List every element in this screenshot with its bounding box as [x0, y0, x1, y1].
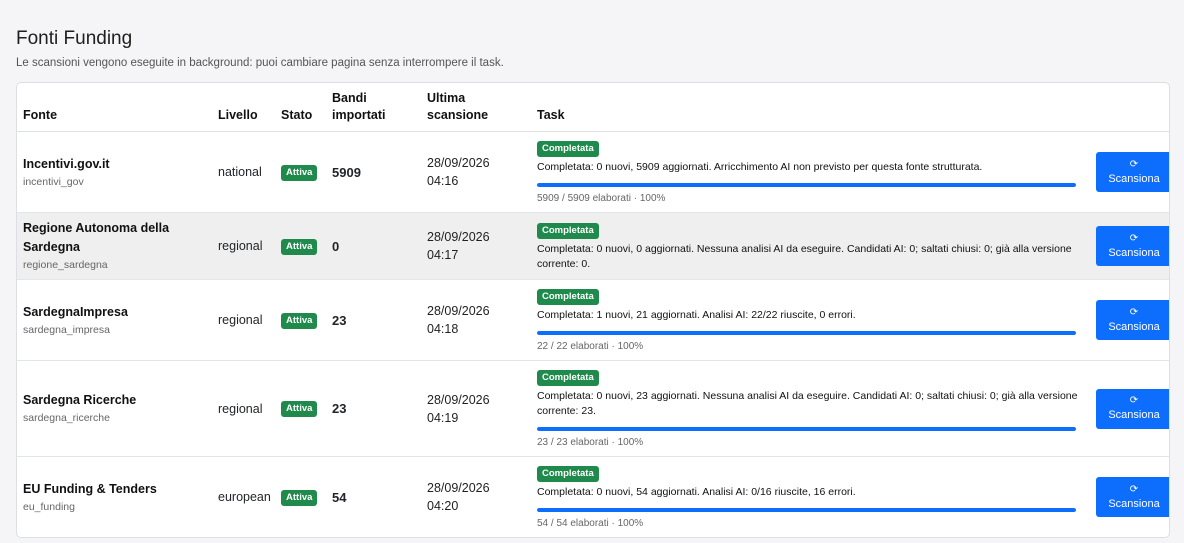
source-level: regional [212, 279, 275, 361]
source-key: incentivi_gov [23, 175, 84, 188]
bandi-count: 23 [326, 279, 421, 361]
bandi-count: 54 [332, 489, 347, 505]
table-header-row: Fonte Livello Stato Bandi importati Ultim… [17, 83, 1169, 132]
last-scan-date: 28/09/2026 [427, 304, 490, 318]
source-level: regional [212, 212, 275, 280]
col-header-ultima-line2: scansione [427, 108, 489, 122]
scan-button-label: Scansiona [1108, 497, 1160, 510]
scan-button[interactable]: ⟳ Scansiona [1096, 152, 1169, 192]
refresh-icon: ⟳ [1129, 306, 1139, 318]
task-message: Completata: 0 nuovi, 23 aggiornati. Ness… [537, 390, 1078, 417]
table-row: Regione Autonoma della Sardegna regione_… [17, 212, 1169, 280]
task-message: Completata: 0 nuovi, 54 aggiornati. Anal… [537, 486, 856, 498]
bandi-count: 23 [326, 360, 421, 457]
scan-button-label: Scansiona [1108, 172, 1160, 185]
source-key: eu_funding [23, 500, 75, 513]
scan-button[interactable]: ⟳ Scansiona [1096, 477, 1169, 517]
source-name: Incentivi.gov.it [23, 156, 110, 171]
col-header-stato: Stato [275, 83, 326, 132]
last-scan-time: 04:19 [427, 410, 459, 425]
task-status-badge: Completata [537, 466, 599, 482]
scan-button[interactable]: ⟳ Scansiona [1096, 226, 1169, 266]
last-scan-date: 28/09/2026 [427, 481, 490, 495]
task-progress-bar [537, 183, 1076, 187]
task-status-badge: Completata [537, 222, 599, 239]
status-badge: Attiva [281, 238, 318, 255]
col-header-ultima: Ultima scansione [421, 83, 531, 132]
scan-button-label: Scansiona [1108, 320, 1160, 333]
col-header-task: Task [531, 83, 1086, 132]
task-progress-text: 22 / 22 elaborati · 100% [537, 341, 644, 352]
refresh-icon: ⟳ [1129, 483, 1139, 495]
refresh-icon: ⟳ [1129, 158, 1139, 170]
source-name: Regione Autonoma della Sardegna [23, 221, 170, 254]
col-header-fonte: Fonte [17, 83, 212, 132]
task-progress-text: 23 / 23 elaborati · 100% [537, 437, 644, 448]
status-badge: Attiva [281, 312, 318, 329]
scan-button-label: Scansiona [1108, 246, 1160, 259]
task-progress-bar [537, 331, 1076, 335]
source-name: EU Funding & Tenders [23, 481, 157, 496]
task-progress-text: 54 / 54 elaborati · 100% [537, 518, 644, 529]
page-subtitle: Le scansioni vengono eseguite in backgro… [16, 57, 504, 69]
table-row: EU Funding & Tenders eu_funding european… [17, 457, 1169, 538]
task-status-badge: Completata [537, 370, 599, 386]
col-header-bandi-line1: Bandi [332, 91, 367, 105]
last-scan-date: 28/09/2026 [427, 392, 490, 407]
source-level: regional [212, 360, 275, 457]
sources-table: Fonte Livello Stato Bandi importati Ultim… [17, 83, 1169, 537]
last-scan-date: 28/09/2026 [427, 156, 490, 170]
last-scan-time: 04:17 [427, 248, 459, 262]
status-badge: Attiva [281, 401, 318, 417]
status-badge: Attiva [281, 164, 318, 181]
task-progress [537, 427, 1076, 431]
table-row: Sardegna Ricerche sardegna_ricerche regi… [17, 360, 1169, 457]
last-scan-date: 28/09/2026 [427, 230, 490, 244]
scan-button[interactable]: ⟳ Scansiona [1096, 388, 1169, 429]
source-name: SardegnaImpresa [23, 304, 128, 319]
col-header-bandi: Bandi importati [326, 83, 421, 132]
last-scan-time: 04:20 [427, 499, 459, 513]
table-row: Incentivi.gov.it incentivi_gov national … [17, 131, 1169, 213]
scan-button[interactable]: ⟳ Scansiona [1096, 300, 1169, 340]
sources-card: Fonte Livello Stato Bandi importati Ultim… [16, 82, 1170, 538]
bandi-count: 0 [326, 212, 421, 280]
source-key: sardegna_ricerche [23, 412, 110, 424]
col-header-livello: Livello [212, 83, 275, 132]
source-level: national [212, 131, 275, 213]
task-progress-bar [537, 427, 1076, 431]
task-progress-text: 5909 / 5909 elaborati · 100% [537, 193, 666, 204]
page-title: Fonti Funding [16, 28, 133, 49]
last-scan-time: 04:18 [427, 322, 459, 336]
bandi-count: 5909 [326, 131, 421, 213]
task-progress-bar [537, 508, 1076, 512]
last-scan-time: 04:16 [427, 174, 459, 188]
task-progress [537, 183, 1076, 187]
col-header-bandi-line2: importati [332, 108, 386, 122]
page: Fonti Funding Le scansioni vengono esegu… [0, 0, 1184, 538]
task-progress [537, 508, 1076, 512]
source-key: sardegna_impresa [23, 323, 110, 336]
refresh-icon: ⟳ [1129, 395, 1139, 406]
task-message: Completata: 0 nuovi, 5909 aggiornati. Ar… [537, 161, 983, 173]
task-progress [537, 331, 1076, 335]
task-message: Completata: 0 nuovi, 0 aggiornati. Nessu… [537, 242, 1072, 270]
scan-button-label: Scansiona [1108, 409, 1160, 421]
source-name: Sardegna Ricerche [23, 393, 137, 407]
task-status-badge: Completata [537, 141, 599, 157]
task-status-badge: Completata [537, 289, 599, 305]
source-key: regione_sardegna [23, 259, 108, 271]
table-row: SardegnaImpresa sardegna_impresa regiona… [17, 279, 1169, 361]
col-header-actions [1086, 83, 1169, 132]
task-message: Completata: 1 nuovi, 21 aggiornati. Anal… [537, 309, 856, 321]
col-header-ultima-line1: Ultima [427, 91, 466, 105]
refresh-icon: ⟳ [1129, 232, 1139, 244]
source-level: european [218, 490, 271, 504]
status-badge: Attiva [281, 489, 318, 506]
